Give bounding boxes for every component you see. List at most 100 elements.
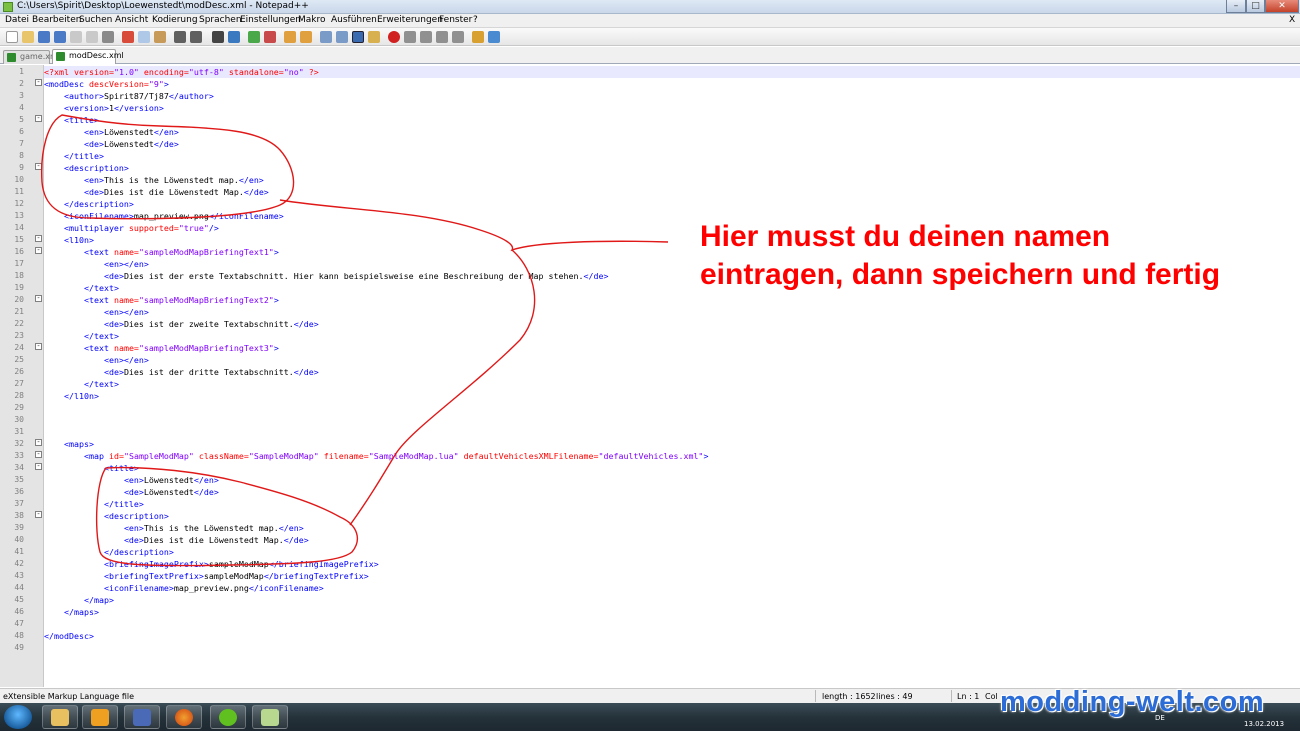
spellcheck-icon[interactable] xyxy=(488,31,500,43)
fold-marker-icon[interactable]: - xyxy=(35,235,42,242)
fold-marker-icon[interactable]: - xyxy=(35,463,42,470)
code-line-40: <de>Dies ist die Löwenstedt Map.</de> xyxy=(123,535,309,545)
start-button[interactable] xyxy=(4,705,32,729)
annotation-text: Hier musst du deinen namen eintragen, da… xyxy=(700,218,1290,294)
save-icon[interactable] xyxy=(38,31,50,43)
tray-date[interactable]: 13.02.2013 xyxy=(1244,720,1284,728)
zoom-in-icon[interactable] xyxy=(248,31,260,43)
new-file-icon[interactable] xyxy=(6,31,18,43)
code-line-15: <l10n> xyxy=(63,235,94,245)
line-number: 7 xyxy=(19,139,24,148)
menu-bar: Datei Bearbeiten Suchen Ansicht Kodierun… xyxy=(0,14,1300,28)
menu-suchen[interactable]: Suchen xyxy=(79,15,112,25)
menu-einstellungen[interactable]: Einstellungen xyxy=(240,15,301,25)
close-window-button[interactable]: ✕ xyxy=(1265,0,1299,13)
taskbar-icq[interactable] xyxy=(210,705,246,729)
fold-marker-icon[interactable]: - xyxy=(35,511,42,518)
sync-horizontal-icon[interactable] xyxy=(300,31,312,43)
taskbar-notepadpp[interactable] xyxy=(252,705,288,729)
line-number-gutter: 1 2 3 4 5 6 7 8 9 10 11 12 13 14 15 16 17 18 19 20 21 22 23 24 2… xyxy=(0,65,44,687)
stop-macro-icon[interactable] xyxy=(404,31,416,43)
replace-icon[interactable] xyxy=(228,31,240,43)
code-line-6: <en>Löwenstedt</en> xyxy=(83,127,179,137)
line-number: 12 xyxy=(14,199,24,208)
line-number: 20 xyxy=(14,295,24,304)
cut-icon[interactable] xyxy=(122,31,134,43)
line-number: 13 xyxy=(14,211,24,220)
toolbar xyxy=(0,28,1300,46)
code-line-24: <text name="sampleModMapBriefingText3"> xyxy=(83,343,279,353)
tab-moddesc-xml[interactable]: modDesc.xml xyxy=(52,49,124,64)
menu-help[interactable]: ? xyxy=(473,15,478,25)
code-line-32: <maps> xyxy=(63,439,94,449)
watermark-text: modding-welt.com xyxy=(1000,686,1265,718)
menu-fenster[interactable]: Fenster xyxy=(439,15,472,25)
code-line-9: <description> xyxy=(63,163,129,173)
open-file-icon[interactable] xyxy=(22,31,34,43)
line-number: 4 xyxy=(19,103,24,112)
show-all-chars-icon[interactable] xyxy=(336,31,348,43)
tab-game-xml[interactable]: game.xml xyxy=(3,50,60,64)
fold-marker-icon[interactable]: - xyxy=(35,163,42,170)
undo-icon[interactable] xyxy=(174,31,186,43)
fold-marker-icon[interactable]: - xyxy=(35,247,42,254)
editor-area[interactable]: 1 2 3 4 5 6 7 8 9 10 11 12 13 14 15 16 17 18 19 20 21 22 23 24 2… xyxy=(0,65,1300,687)
find-icon[interactable] xyxy=(212,31,224,43)
line-number: 25 xyxy=(14,355,24,364)
menu-ausfuehren[interactable]: Ausführen xyxy=(331,15,377,25)
plugin-icon[interactable] xyxy=(472,31,484,43)
play-macro-icon[interactable] xyxy=(420,31,432,43)
line-number: 21 xyxy=(14,307,24,316)
play-multiple-icon[interactable] xyxy=(436,31,448,43)
menu-datei[interactable]: Datei xyxy=(5,15,29,25)
line-number: 2 xyxy=(19,79,24,88)
minimize-button[interactable]: – xyxy=(1226,0,1246,13)
fold-marker-icon[interactable]: - xyxy=(35,295,42,302)
menu-bearbeiten[interactable]: Bearbeiten xyxy=(32,15,81,25)
fold-marker-icon[interactable]: - xyxy=(35,343,42,350)
taskbar-app[interactable] xyxy=(124,705,160,729)
word-wrap-icon[interactable] xyxy=(320,31,332,43)
record-macro-icon[interactable] xyxy=(388,31,400,43)
line-number: 10 xyxy=(14,175,24,184)
line-number: 42 xyxy=(14,559,24,568)
taskbar-explorer[interactable] xyxy=(42,705,78,729)
menu-ansicht[interactable]: Ansicht xyxy=(115,15,148,25)
close-document-icon[interactable]: X xyxy=(1289,15,1295,25)
close-all-icon[interactable] xyxy=(86,31,98,43)
file-saved-icon xyxy=(56,52,65,61)
save-macro-icon[interactable] xyxy=(452,31,464,43)
menu-sprachen[interactable]: Sprachen xyxy=(199,15,242,25)
paste-icon[interactable] xyxy=(154,31,166,43)
line-number: 48 xyxy=(14,631,24,640)
taskbar-media-player[interactable] xyxy=(82,705,118,729)
line-number: 8 xyxy=(19,151,24,160)
menu-makro[interactable]: Makro xyxy=(298,15,326,25)
indent-guide-icon[interactable] xyxy=(352,31,364,43)
line-number: 47 xyxy=(14,619,24,628)
menu-kodierung[interactable]: Kodierung xyxy=(152,15,198,25)
zoom-out-icon[interactable] xyxy=(264,31,276,43)
fold-marker-icon[interactable]: - xyxy=(35,115,42,122)
line-number: 46 xyxy=(14,607,24,616)
line-number: 27 xyxy=(14,379,24,388)
code-line-35: <en>Löwenstedt</en> xyxy=(123,475,219,485)
doc-map-icon[interactable] xyxy=(368,31,380,43)
fold-marker-icon[interactable]: - xyxy=(35,79,42,86)
redo-icon[interactable] xyxy=(190,31,202,43)
close-file-icon[interactable] xyxy=(70,31,82,43)
fold-marker-icon[interactable]: - xyxy=(35,439,42,446)
save-all-icon[interactable] xyxy=(54,31,66,43)
code-line-11: <de>Dies ist die Löwenstedt Map.</de> xyxy=(83,187,269,197)
fold-marker-icon[interactable]: - xyxy=(35,451,42,458)
line-number: 19 xyxy=(14,283,24,292)
code-line-37: </title> xyxy=(103,499,144,509)
print-icon[interactable] xyxy=(102,31,114,43)
line-number: 38 xyxy=(14,511,24,520)
maximize-button[interactable]: □ xyxy=(1246,0,1265,13)
taskbar-firefox[interactable] xyxy=(166,705,202,729)
menu-erweiterungen[interactable]: Erweiterungen xyxy=(377,15,443,25)
line-number: 37 xyxy=(14,499,24,508)
sync-vertical-icon[interactable] xyxy=(284,31,296,43)
copy-icon[interactable] xyxy=(138,31,150,43)
